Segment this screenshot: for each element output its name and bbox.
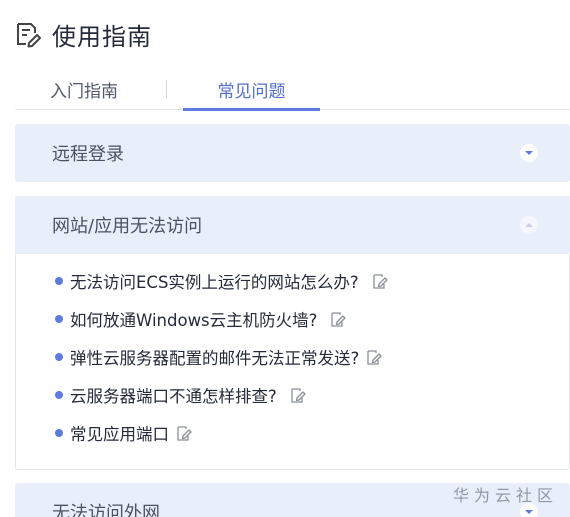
- list-item: 无法访问ECS实例上运行的网站怎么办?: [16, 262, 569, 300]
- faq-list: 无法访问ECS实例上运行的网站怎么办? 如何放通Windows云主机防火墙? 弹…: [16, 254, 569, 452]
- tab-divider: [166, 80, 167, 98]
- section-website-access: 网站/应用无法访问 无法访问ECS实例上运行的网站怎么办? 如何放通Window…: [15, 196, 570, 470]
- doc-edit-icon: [17, 23, 41, 48]
- edit-icon[interactable]: [371, 272, 389, 290]
- bullet-dot: [55, 353, 63, 361]
- list-item: 如何放通Windows云主机防火墙?: [16, 300, 569, 338]
- bullet-dot: [55, 277, 63, 285]
- bullet-dot: [55, 391, 63, 399]
- section-title: 远程登录: [52, 144, 124, 165]
- section-title: 网站/应用无法访问: [52, 216, 203, 237]
- bullet-dot: [55, 315, 63, 323]
- bullet-dot: [55, 429, 63, 437]
- faq-link[interactable]: 常见应用端口: [70, 421, 169, 445]
- tab-bar: 入门指南 常见问题: [15, 70, 570, 111]
- page-header: 使用指南: [14, 16, 152, 52]
- faq-link[interactable]: 云服务器端口不通怎样排查?: [70, 383, 277, 407]
- tab-faq[interactable]: 常见问题: [183, 70, 320, 111]
- faq-link[interactable]: 无法访问ECS实例上运行的网站怎么办?: [70, 269, 359, 293]
- edit-icon[interactable]: [329, 310, 347, 328]
- watermark-text: 华为云社区: [452, 486, 558, 505]
- tab-getting-started[interactable]: 入门指南: [15, 70, 153, 109]
- section-header[interactable]: 远程登录: [15, 124, 570, 182]
- faq-link[interactable]: 如何放通Windows云主机防火墙?: [70, 307, 317, 331]
- faq-link[interactable]: 弹性云服务器配置的邮件无法正常发送?: [70, 345, 359, 369]
- chevron-down-icon[interactable]: [520, 144, 538, 162]
- list-item: 常见应用端口: [16, 414, 569, 452]
- list-item: 云服务器端口不通怎样排查?: [16, 376, 569, 414]
- section-title: 无法访问外网: [52, 503, 160, 517]
- edit-icon[interactable]: [289, 386, 307, 404]
- page-title: 使用指南: [52, 22, 152, 51]
- chevron-up-icon[interactable]: [520, 216, 538, 234]
- list-item: 弹性云服务器配置的邮件无法正常发送?: [16, 338, 569, 376]
- section-header[interactable]: 网站/应用无法访问: [15, 196, 570, 254]
- edit-icon[interactable]: [365, 348, 383, 366]
- edit-icon[interactable]: [175, 424, 193, 442]
- section-remote-login: 远程登录: [15, 124, 570, 182]
